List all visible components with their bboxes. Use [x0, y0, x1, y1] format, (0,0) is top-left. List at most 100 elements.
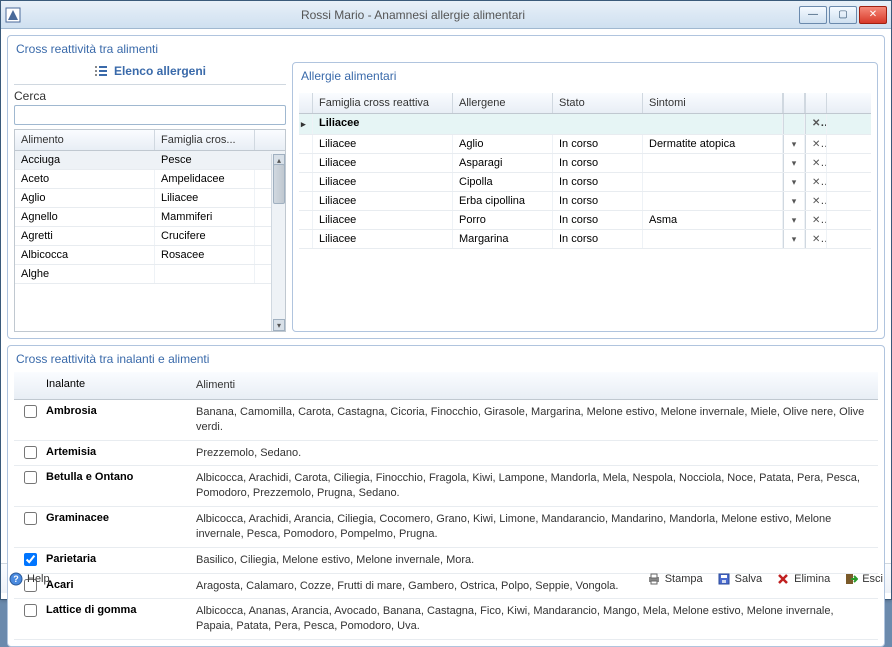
table-row[interactable]: LiliaceeAsparagiIn corso: [299, 154, 871, 173]
cell-allergene: Cipolla: [453, 173, 553, 191]
cell-sintomi: Dermatite atopica: [643, 135, 783, 153]
table-row[interactable]: AmbrosiaBanana, Camomilla, Carota, Casta…: [14, 400, 878, 441]
chevron-down-icon: [792, 157, 797, 169]
col-allergene[interactable]: Allergene: [453, 93, 553, 113]
minimize-button[interactable]: —: [799, 6, 827, 24]
list-icon: [94, 64, 108, 78]
cell-sintomi: [643, 192, 783, 210]
scroll-down-icon[interactable]: ▾: [273, 319, 285, 331]
table-row[interactable]: Alghe: [15, 265, 285, 284]
cell-allergene: Aglio: [453, 135, 553, 153]
inhalant-checkbox[interactable]: [24, 553, 37, 566]
cell-famiglia: Pesce: [155, 151, 255, 169]
table-row[interactable]: AcetoAmpelidacee: [15, 170, 285, 189]
delete-button[interactable]: Elimina: [776, 572, 830, 586]
search-label: Cerca: [14, 85, 286, 105]
cell-allergene: Erba cipollina: [453, 192, 553, 210]
table-row[interactable]: AgnelloMammiferi: [15, 208, 285, 227]
save-button[interactable]: Salva: [717, 572, 763, 586]
table-row[interactable]: Lattice di gommaAlbicocca, Ananas, Aranc…: [14, 599, 878, 640]
inhalant-checkbox[interactable]: [24, 512, 37, 525]
col-alimento[interactable]: Alimento: [15, 130, 155, 150]
table-row[interactable]: ArtemisiaPrezzemolo, Sedano.: [14, 441, 878, 467]
scroll-thumb[interactable]: [273, 164, 285, 204]
row-dropdown-button[interactable]: [783, 154, 805, 172]
row-delete-button[interactable]: [805, 114, 827, 134]
row-delete-button[interactable]: [805, 173, 827, 191]
cell-sintomi: [643, 230, 783, 248]
cell-allergene: Porro: [453, 211, 553, 229]
table-row[interactable]: LiliaceeErba cipollinaIn corso: [299, 192, 871, 211]
col-stato[interactable]: Stato: [553, 93, 643, 113]
cell-stato: In corso: [553, 192, 643, 210]
cell-famiglia: Liliacee: [155, 189, 255, 207]
row-delete-button[interactable]: [805, 154, 827, 172]
row-dropdown-button[interactable]: [783, 211, 805, 229]
maximize-button[interactable]: ▢: [829, 6, 857, 24]
row-dropdown-button[interactable]: [783, 230, 805, 248]
row-dropdown-button[interactable]: [783, 192, 805, 210]
exit-label: Esci: [862, 573, 883, 585]
close-button[interactable]: ✕: [859, 6, 887, 24]
table-row[interactable]: AlbicoccaRosacee: [15, 246, 285, 265]
col-famiglia-cross[interactable]: Famiglia cross reattiva: [313, 93, 453, 113]
elenco-header[interactable]: Elenco allergeni: [14, 62, 286, 85]
cell-famiglia: Liliacee: [313, 173, 453, 191]
table-row[interactable]: LiliaceeCipollaIn corso: [299, 173, 871, 192]
table-row[interactable]: AglioLiliacee: [15, 189, 285, 208]
help-icon: ?: [9, 572, 23, 586]
col-famiglia[interactable]: Famiglia cros...: [155, 130, 255, 150]
group-row[interactable]: Liliacee: [299, 114, 871, 135]
cell-famiglia: Liliacee: [313, 192, 453, 210]
cell-famiglia: Rosacee: [155, 246, 255, 264]
allergen-grid[interactable]: Alimento Famiglia cros... AcciugaPesceAc…: [14, 129, 286, 332]
search-input[interactable]: [14, 105, 286, 125]
row-delete-button[interactable]: [805, 192, 827, 210]
scrollbar[interactable]: ▴ ▾: [271, 154, 285, 331]
allergen-list-panel: Elenco allergeni Cerca Alimento Famiglia…: [14, 62, 286, 332]
cell-inalante: Graminacee: [42, 510, 192, 526]
table-row[interactable]: LiliaceeMargarinaIn corso: [299, 230, 871, 249]
close-icon: [812, 233, 820, 245]
cell-alimento: Aceto: [15, 170, 155, 188]
cell-alimenti: Albicocca, Ananas, Arancia, Avocado, Ban…: [192, 602, 874, 636]
inhalant-checkbox[interactable]: [24, 405, 37, 418]
row-delete-button[interactable]: [805, 135, 827, 153]
table-row[interactable]: AgrettiCrucifere: [15, 227, 285, 246]
close-icon: [812, 117, 820, 129]
row-delete-button[interactable]: [805, 230, 827, 248]
cell-stato: In corso: [553, 173, 643, 191]
col-sintomi[interactable]: Sintomi: [643, 93, 783, 113]
print-button[interactable]: Stampa: [647, 572, 703, 586]
table-row[interactable]: AcciugaPesce: [15, 151, 285, 170]
cell-famiglia: [155, 265, 255, 283]
col-alimenti[interactable]: Alimenti: [192, 376, 874, 395]
cell-famiglia: Liliacee: [313, 211, 453, 229]
help-button[interactable]: ? Help: [9, 572, 50, 586]
col-inalante[interactable]: Inalante: [42, 376, 192, 395]
cell-alimento: Aglio: [15, 189, 155, 207]
inhalant-checkbox[interactable]: [24, 604, 37, 617]
table-row[interactable]: LiliaceePorroIn corsoAsma: [299, 211, 871, 230]
close-icon: [812, 195, 820, 207]
cell-famiglia: Mammiferi: [155, 208, 255, 226]
table-row[interactable]: GraminaceeAlbicocca, Arachidi, Arancia, …: [14, 507, 878, 548]
cell-famiglia: Ampelidacee: [155, 170, 255, 188]
table-row[interactable]: LiliaceeAglioIn corsoDermatite atopica: [299, 135, 871, 154]
table-row[interactable]: Betulla e OntanoAlbicocca, Arachidi, Car…: [14, 466, 878, 507]
row-dropdown-button[interactable]: [783, 135, 805, 153]
cell-inalante: Betulla e Ontano: [42, 469, 192, 485]
cell-allergene: Margarina: [453, 230, 553, 248]
table-row[interactable]: ParietariaBasilico, Ciliegia, Melone est…: [14, 548, 878, 574]
cell-alimenti: Prezzemolo, Sedano.: [192, 444, 874, 463]
titlebar[interactable]: Rossi Mario - Anamnesi allergie alimenta…: [1, 1, 891, 29]
help-label: Help: [27, 573, 50, 585]
cell-stato: In corso: [553, 154, 643, 172]
close-icon: [812, 214, 820, 226]
exit-button[interactable]: Esci: [844, 572, 883, 586]
inhalant-checkbox[interactable]: [24, 471, 37, 484]
row-dropdown-button[interactable]: [783, 173, 805, 191]
inhalant-checkbox[interactable]: [24, 446, 37, 459]
row-delete-button[interactable]: [805, 211, 827, 229]
food-allergies-grid[interactable]: Famiglia cross reattiva Allergene Stato …: [299, 93, 871, 327]
